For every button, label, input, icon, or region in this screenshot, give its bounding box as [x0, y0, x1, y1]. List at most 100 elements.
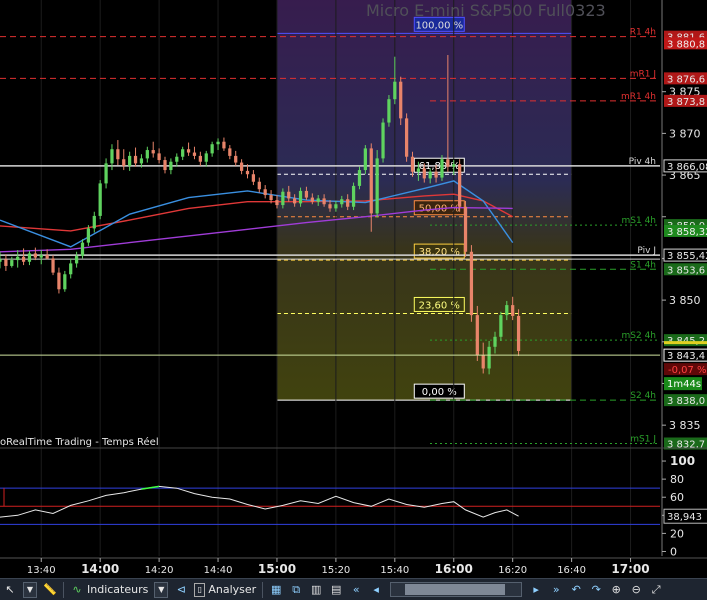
- candle-body: [322, 198, 326, 205]
- zoom-button[interactable]: ⊕: [606, 580, 626, 599]
- level-name: mR1 4h: [621, 92, 656, 102]
- autoscale-button[interactable]: ⤢: [646, 580, 666, 599]
- candle-body: [157, 153, 161, 161]
- compare-button[interactable]: ⧉: [286, 580, 306, 599]
- candle-body: [245, 170, 250, 175]
- indicators-button[interactable]: ∿ Indicateurs: [67, 580, 151, 599]
- candle-body: [410, 156, 415, 172]
- oscillator-tick-label: 80: [670, 473, 684, 486]
- layout-button[interactable]: ▦: [266, 580, 286, 599]
- candle-body: [404, 118, 409, 157]
- candle-body: [133, 155, 138, 164]
- tool-dropdown[interactable]: ▼: [20, 580, 40, 599]
- level-name: mS1 4h: [622, 216, 657, 226]
- candle-body: [51, 258, 55, 273]
- zoom-out-icon: ⊖: [631, 582, 641, 596]
- time-scrollbar[interactable]: [390, 582, 523, 597]
- candle-body: [33, 253, 37, 258]
- indicator-wave-icon: ∿: [72, 582, 82, 596]
- level-name: mS1 J: [630, 434, 656, 444]
- candle-body: [316, 198, 320, 202]
- bottom-toolbar: ↖ ▼ 📏 ∿ Indicateurs ▼ ⊲ ▯ Analyser ▦ ⧉ ▥…: [0, 578, 707, 600]
- undo-button[interactable]: ↶: [566, 580, 586, 599]
- candle-body: [463, 206, 468, 252]
- candle-body: [399, 81, 403, 119]
- level-price-tag-label: 3 873,8: [667, 97, 705, 108]
- candle-body: [228, 148, 232, 156]
- candle-body: [251, 174, 256, 182]
- candle-body: [63, 274, 67, 290]
- analyze-button[interactable]: ▯ Analyser: [191, 580, 259, 599]
- time-tick-label: 14:20: [145, 565, 174, 576]
- step-right-button[interactable]: ▸: [526, 580, 546, 599]
- candle-body: [452, 164, 456, 167]
- level-name: R1 4h: [630, 28, 656, 38]
- double-left-icon: «: [352, 582, 360, 596]
- undo-icon: ↶: [571, 582, 581, 596]
- candle-body: [0, 259, 2, 262]
- scroll-left-button[interactable]: «: [346, 580, 366, 599]
- candle-body: [328, 204, 332, 209]
- candle-body: [446, 159, 450, 167]
- candle-body: [298, 190, 303, 204]
- candle-body: [151, 150, 155, 154]
- candle-body: [469, 251, 474, 316]
- scrollbar-thumb[interactable]: [405, 584, 506, 595]
- level-name: S2 4h: [630, 391, 656, 401]
- ruler-tool[interactable]: 📏: [40, 580, 60, 599]
- candle-body: [381, 122, 385, 159]
- layout-icon: ▦: [270, 582, 282, 596]
- candle-body: [10, 260, 14, 266]
- analyze-label: Analyser: [208, 583, 257, 596]
- candle-body: [363, 148, 367, 171]
- step-left-button[interactable]: ◂: [366, 580, 386, 599]
- candle-body: [458, 164, 462, 207]
- level-name: mR1 J: [630, 69, 656, 79]
- candle-body: [393, 81, 397, 100]
- price-chart[interactable]: 100,00 %61,80 %50,00 %38,20 %23,60 %0,00…: [0, 0, 707, 578]
- candle-body: [74, 255, 79, 264]
- bars-button[interactable]: ▥: [306, 580, 326, 599]
- oscillator-tick-label: 0: [670, 545, 677, 558]
- candle-body: [80, 242, 85, 256]
- candle-body: [69, 263, 73, 275]
- redo-button[interactable]: ↷: [586, 580, 606, 599]
- candle-body: [257, 181, 261, 190]
- cursor-tool[interactable]: ↖: [0, 580, 20, 599]
- candle-body: [369, 148, 373, 214]
- candle-body: [351, 185, 356, 207]
- candle-body: [487, 346, 491, 369]
- candle-body: [122, 159, 126, 166]
- bar-chart-icon: ▥: [310, 582, 322, 596]
- oscillator-tick-label: 60: [670, 491, 684, 504]
- fib-label: 100,00 %: [415, 20, 463, 31]
- candle-body: [4, 259, 8, 266]
- candle-body: [428, 171, 432, 179]
- candle-body: [186, 149, 191, 153]
- time-tick-label: 13:40: [27, 565, 56, 576]
- oscillator-tick-label: 100: [670, 454, 695, 468]
- candle-body: [128, 155, 132, 166]
- candle-body: [340, 199, 344, 205]
- candle-body: [481, 355, 485, 369]
- level-price-tag-label: 3 876,6: [667, 74, 705, 85]
- level-name: mS2 4h: [622, 331, 657, 341]
- candle-body: [416, 168, 421, 172]
- candle-body: [293, 198, 297, 204]
- level-name: Piv J: [637, 246, 656, 256]
- price-tick-label: 3 870: [669, 127, 701, 140]
- candle-body: [281, 191, 285, 206]
- level-name: Piv 4h: [629, 157, 656, 167]
- scroll-right-button[interactable]: »: [546, 580, 566, 599]
- candle-body: [192, 152, 197, 156]
- toolbar-separator: [63, 581, 64, 598]
- candle-body: [98, 183, 102, 216]
- time-tick-label: 16:40: [557, 565, 586, 576]
- level-price-tag-label: 3 853,6: [667, 265, 705, 276]
- zoom-out-button[interactable]: ⊖: [626, 580, 646, 599]
- indicators-dropdown[interactable]: ▼: [151, 580, 171, 599]
- candle-body: [493, 336, 497, 347]
- ruler-icon: 📏: [43, 582, 57, 596]
- grid-button[interactable]: ▤: [326, 580, 346, 599]
- share-button[interactable]: ⊲: [171, 580, 191, 599]
